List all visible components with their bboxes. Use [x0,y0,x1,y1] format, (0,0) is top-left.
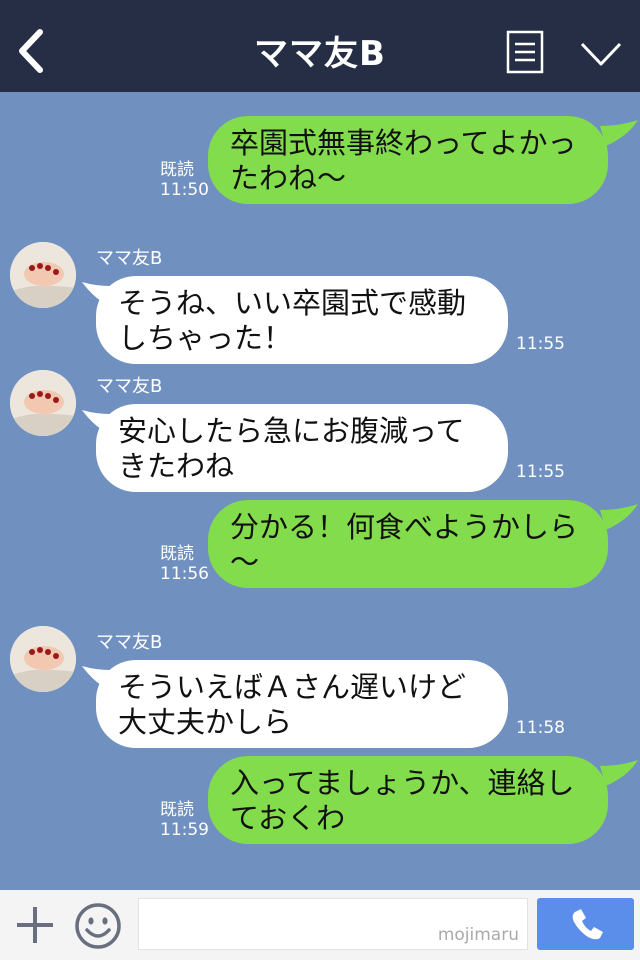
avatar-image [10,242,76,308]
notes-icon[interactable] [506,30,544,74]
message-time: 11:55 [516,334,565,354]
message-meta: 既読 11:50 [160,160,209,200]
message-list[interactable]: 既読 11:50 卒園式無事終わってよかっ たわね〜 ママ友B そうね、いい卒園… [0,92,640,890]
message-bubble[interactable]: 卒園式無事終わってよかっ たわね〜 [208,116,608,204]
message-time: 11:59 [160,820,209,840]
sender-name: ママ友B [96,376,163,397]
avatar[interactable] [10,370,76,436]
outgoing-message: 既読 11:50 卒園式無事終わってよかっ たわね〜 [0,92,640,212]
message-time: 11:50 [160,180,209,200]
read-receipt: 既読 [160,160,194,180]
message-time: 11:56 [160,564,209,584]
incoming-message: ママ友B そうね、いい卒園式で感動 しちゃった！ 11:55 [0,232,640,372]
outgoing-message: 既読 11:56 分かる！何食べようかしら 〜 [0,476,640,596]
sender-name: ママ友B [96,632,163,653]
chat-header: ママ友B [0,0,640,92]
plus-icon[interactable] [14,904,56,946]
avatar[interactable] [10,626,76,692]
message-meta: 既読 11:56 [160,544,209,584]
call-button[interactable] [537,898,634,950]
outgoing-message: 既読 11:59 入ってましょうか、連絡し ておくわ [0,732,640,852]
message-bubble[interactable]: そうね、いい卒園式で感動 しちゃった！ [96,276,508,364]
watermark: mojimaru [437,925,519,945]
message-input[interactable]: mojimaru [138,898,528,950]
phone-icon [572,909,603,940]
input-bar: mojimaru [0,890,640,960]
read-receipt: 既読 [160,544,194,564]
avatar[interactable] [10,242,76,308]
message-bubble[interactable]: 分かる！何食べようかしら 〜 [208,500,608,588]
chevron-down-icon[interactable] [578,36,624,72]
avatar-image [10,626,76,692]
message-meta: 既読 11:59 [160,800,209,840]
sender-name: ママ友B [96,248,163,269]
message-bubble[interactable]: 入ってましょうか、連絡し ておくわ [208,756,608,844]
chat-title: ママ友B [254,34,386,74]
smiley-icon[interactable] [74,902,122,950]
avatar-image [10,370,76,436]
read-receipt: 既読 [160,800,194,820]
